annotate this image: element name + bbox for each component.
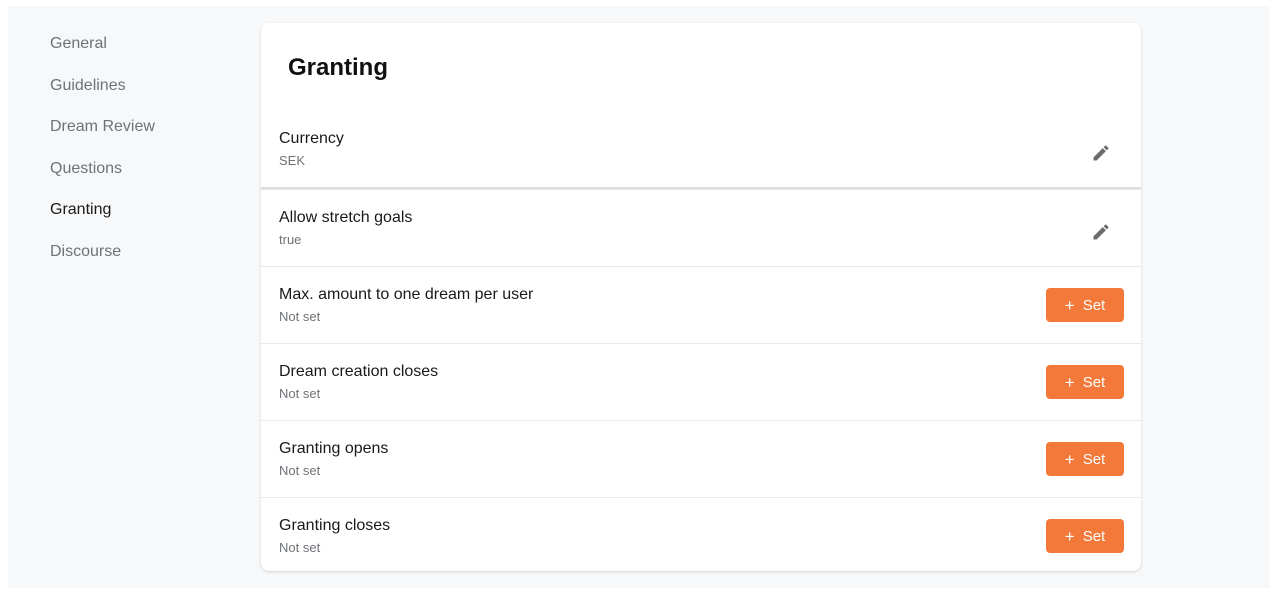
- setting-row-granting-closes: Granting closes Not set + Set: [261, 497, 1141, 571]
- setting-value: Not set: [279, 386, 321, 401]
- setting-value: Not set: [279, 540, 321, 555]
- edit-stretch-goals-button[interactable]: [1089, 220, 1113, 244]
- sidebar-item-guidelines[interactable]: Guidelines: [50, 76, 250, 96]
- setting-row-dream-creation-closes: Dream creation closes Not set + Set: [261, 343, 1141, 420]
- pencil-icon: [1093, 145, 1109, 161]
- set-granting-opens-button[interactable]: + Set: [1046, 442, 1124, 476]
- setting-row-stretch-goals: Allow stretch goals true: [261, 189, 1141, 266]
- setting-row-granting-opens: Granting opens Not set + Set: [261, 420, 1141, 497]
- setting-label: Dream creation closes: [279, 363, 439, 380]
- setting-label: Max. amount to one dream per user: [279, 286, 534, 303]
- setting-label: Granting closes: [279, 517, 391, 534]
- plus-icon: +: [1064, 526, 1075, 546]
- set-max-amount-button[interactable]: + Set: [1046, 288, 1124, 322]
- pencil-icon: [1093, 224, 1109, 240]
- setting-label: Granting opens: [279, 440, 389, 457]
- setting-value: true: [279, 232, 302, 247]
- set-button-label: Set: [1082, 450, 1106, 468]
- sidebar-item-questions[interactable]: Questions: [50, 159, 250, 179]
- set-button-label: Set: [1082, 373, 1106, 391]
- setting-label: Currency: [279, 130, 344, 147]
- set-button-label: Set: [1082, 296, 1106, 314]
- settings-list: Currency SEK Allow stretch goals true Ma…: [261, 111, 1141, 571]
- plus-icon: +: [1064, 295, 1075, 315]
- settings-page: General Guidelines Dream Review Question…: [8, 6, 1270, 588]
- settings-sidebar: General Guidelines Dream Review Question…: [50, 34, 250, 284]
- setting-row-max-amount: Max. amount to one dream per user Not se…: [261, 266, 1141, 343]
- setting-row-currency: Currency SEK: [261, 111, 1141, 189]
- page-title: Granting: [288, 54, 388, 81]
- set-granting-closes-button[interactable]: + Set: [1046, 519, 1124, 553]
- sidebar-item-discourse[interactable]: Discourse: [50, 242, 250, 262]
- sidebar-item-dream-review[interactable]: Dream Review: [50, 117, 250, 137]
- setting-value: Not set: [279, 463, 321, 478]
- set-button-label: Set: [1082, 527, 1106, 545]
- sidebar-item-general[interactable]: General: [50, 34, 250, 54]
- setting-value: Not set: [279, 309, 321, 324]
- plus-icon: +: [1064, 372, 1075, 392]
- setting-value: SEK: [279, 153, 306, 168]
- sidebar-item-granting[interactable]: Granting: [50, 200, 250, 220]
- granting-settings-card: Granting Currency SEK Allow stretch goal…: [261, 23, 1141, 571]
- setting-label: Allow stretch goals: [279, 209, 413, 226]
- edit-currency-button[interactable]: [1089, 141, 1113, 165]
- plus-icon: +: [1064, 449, 1075, 469]
- set-dream-creation-closes-button[interactable]: + Set: [1046, 365, 1124, 399]
